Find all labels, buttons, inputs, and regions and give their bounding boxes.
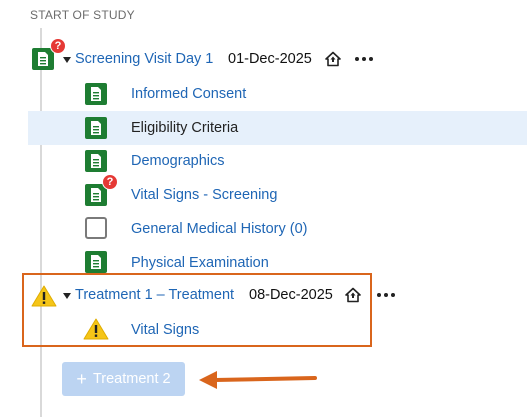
- form-link-physical-examination[interactable]: Physical Examination: [131, 255, 269, 271]
- document-icon: [32, 48, 54, 70]
- form-icon: [85, 251, 107, 273]
- form-link-demographics[interactable]: Demographics: [131, 153, 225, 169]
- home-icon[interactable]: [345, 287, 361, 308]
- add-visit-button-label: Treatment 2: [92, 371, 171, 387]
- arrow-left-icon: [197, 368, 317, 397]
- question-badge-icon: ?: [50, 38, 66, 54]
- question-badge-icon: ?: [102, 174, 118, 190]
- section-title: START OF STUDY: [30, 8, 135, 22]
- form-icon: [85, 117, 107, 139]
- more-options-icon[interactable]: [377, 293, 395, 297]
- document-icon: [85, 150, 107, 172]
- form-link-general-medical-history[interactable]: General Medical History (0): [131, 221, 307, 237]
- form-link-vital-signs[interactable]: Vital Signs: [131, 322, 199, 338]
- more-options-icon[interactable]: [355, 57, 373, 61]
- visit-date: 08-Dec-2025: [249, 287, 333, 303]
- form-icon: [85, 83, 107, 105]
- visit-date: 01-Dec-2025: [228, 51, 312, 67]
- form-link-eligibility-criteria[interactable]: Eligibility Criteria: [131, 120, 238, 136]
- document-icon: [85, 83, 107, 105]
- form-icon: [85, 217, 107, 239]
- warning-icon: [83, 318, 109, 345]
- timeline-line: [40, 28, 42, 417]
- collapse-caret-icon[interactable]: [63, 293, 71, 299]
- document-icon: [85, 117, 107, 139]
- document-icon: [85, 251, 107, 273]
- visit-name-link[interactable]: Treatment 1 – Treatment: [75, 287, 234, 303]
- home-icon[interactable]: [325, 51, 341, 72]
- visit-name-link[interactable]: Screening Visit Day 1: [75, 51, 213, 67]
- form-icon: [85, 150, 107, 172]
- collapse-caret-icon[interactable]: [63, 57, 71, 63]
- plus-icon: +: [76, 369, 87, 389]
- add-visit-button[interactable]: + Treatment 2: [62, 362, 185, 396]
- warning-icon: [31, 285, 57, 312]
- form-link-informed-consent[interactable]: Informed Consent: [131, 86, 246, 102]
- form-link-vital-signs-screening[interactable]: Vital Signs - Screening: [131, 187, 277, 203]
- visit-form-icon: [32, 48, 54, 70]
- empty-checkbox-icon: [85, 217, 107, 239]
